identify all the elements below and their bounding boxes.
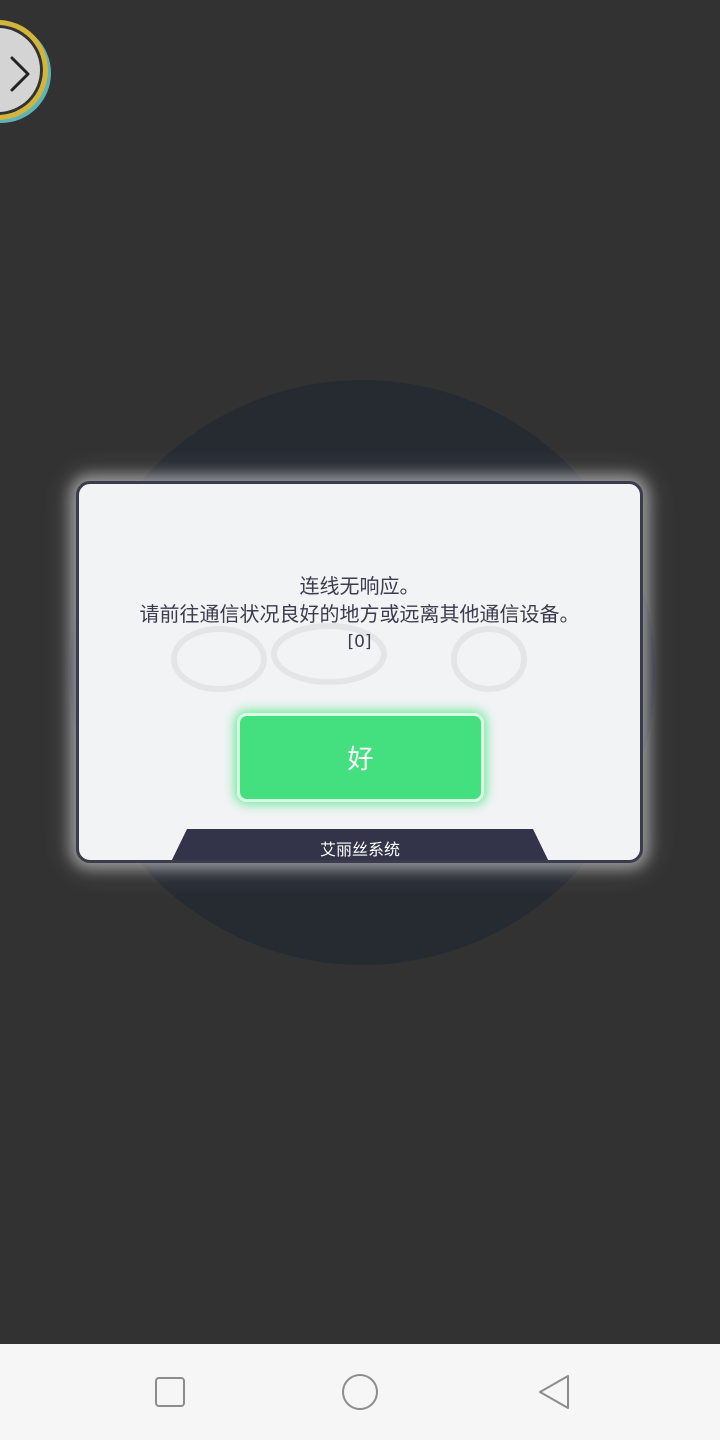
dialog-title: 连线无响应。 [299, 574, 420, 598]
screen: 连线无响应。 请前往通信状况良好的地方或远离其他通信设备。 [0] 好 艾丽丝系… [0, 0, 720, 1440]
back-button[interactable] [534, 1372, 574, 1412]
recent-apps-button[interactable] [150, 1372, 190, 1412]
system-label: 艾丽丝系统 [319, 839, 400, 859]
dialog-body: 请前往通信状况良好的地方或远离其他通信设备。 [139, 602, 580, 626]
side-menu-toggle[interactable] [0, 24, 44, 116]
home-button[interactable] [340, 1372, 380, 1412]
dialog-message: 连线无响应。 请前往通信状况良好的地方或远离其他通信设备。 [0] [79, 572, 640, 656]
error-code: [0] [347, 632, 372, 652]
connection-error-dialog: 连线无响应。 请前往通信状况良好的地方或远离其他通信设备。 [0] 好 艾丽丝系… [76, 481, 643, 863]
dialog-footer-tab: 艾丽丝系统 [169, 829, 551, 860]
system-navigation-bar [0, 1344, 720, 1440]
ok-button[interactable]: 好 [237, 713, 484, 802]
chevron-right-icon [10, 56, 30, 92]
